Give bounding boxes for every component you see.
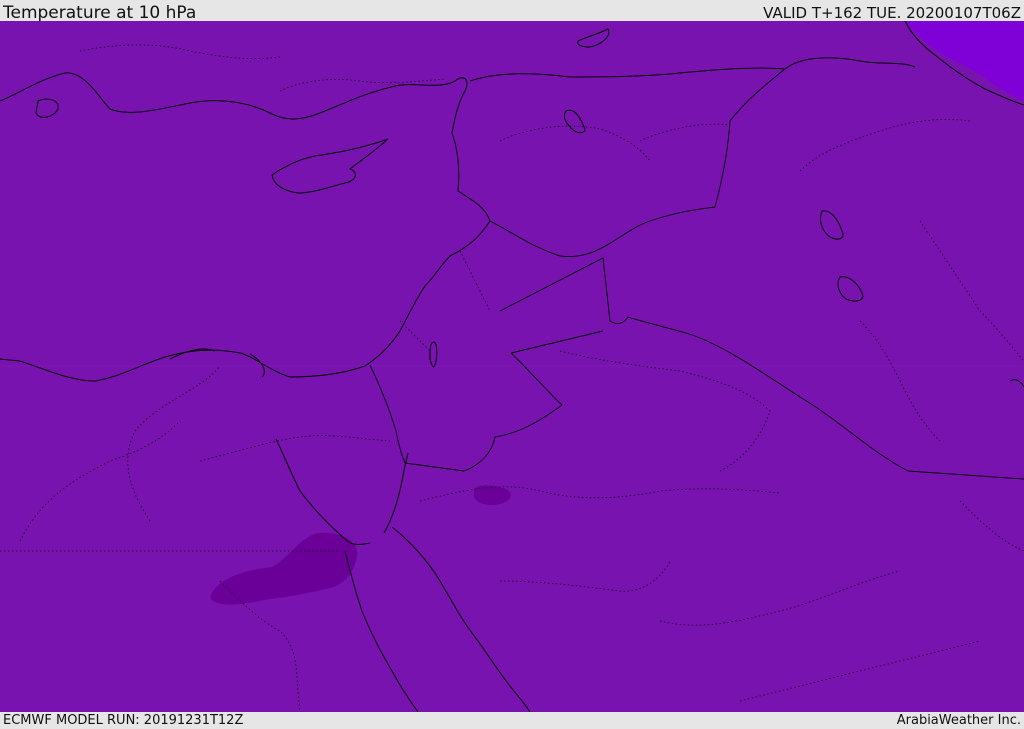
weather-map[interactable] (0, 21, 1024, 712)
header-bar: Temperature at 10 hPa VALID T+162 TUE. 2… (0, 0, 1024, 23)
temperature-field (0, 21, 1024, 712)
valid-time: VALID T+162 TUE. 20200107T06Z (763, 4, 1021, 22)
credit-label: ArabiaWeather Inc. (896, 713, 1021, 728)
map-title: Temperature at 10 hPa (3, 3, 197, 23)
map-canvas (0, 21, 1024, 712)
footer-bar: ECMWF MODEL RUN: 20191231T12Z ArabiaWeat… (0, 712, 1024, 729)
model-run-label: ECMWF MODEL RUN: 20191231T12Z (3, 713, 244, 728)
